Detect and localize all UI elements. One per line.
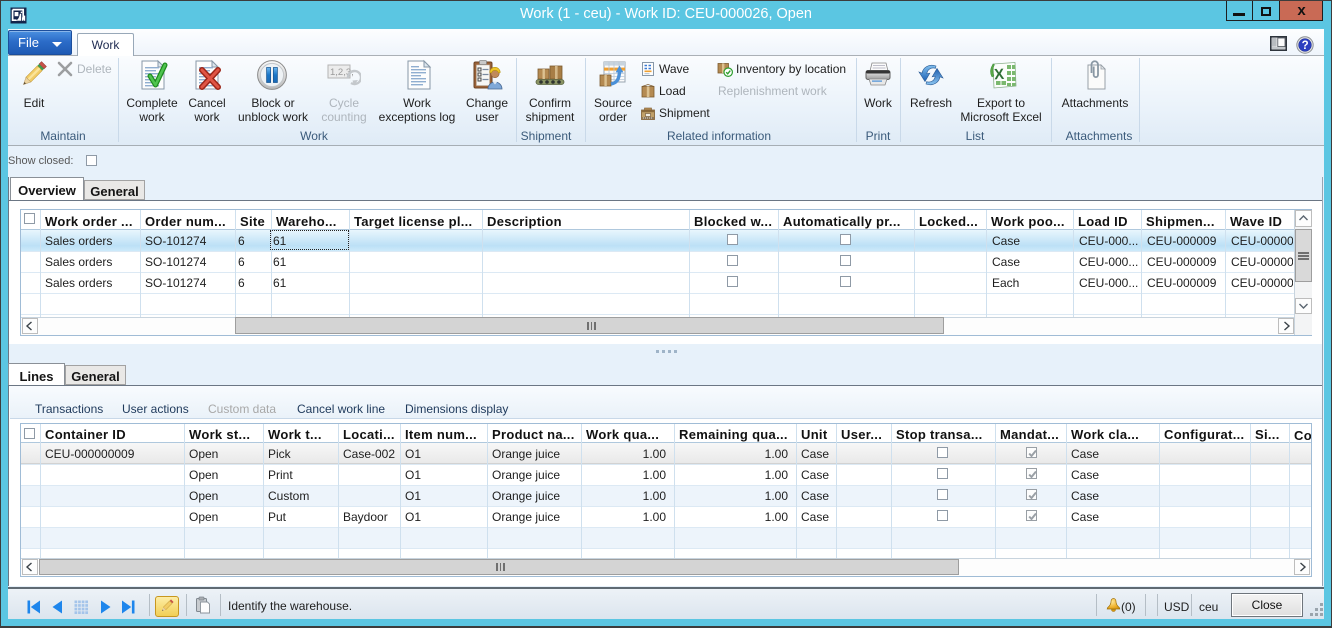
svg-text:X: X [994, 66, 1005, 84]
svg-text:?: ? [1302, 40, 1309, 52]
